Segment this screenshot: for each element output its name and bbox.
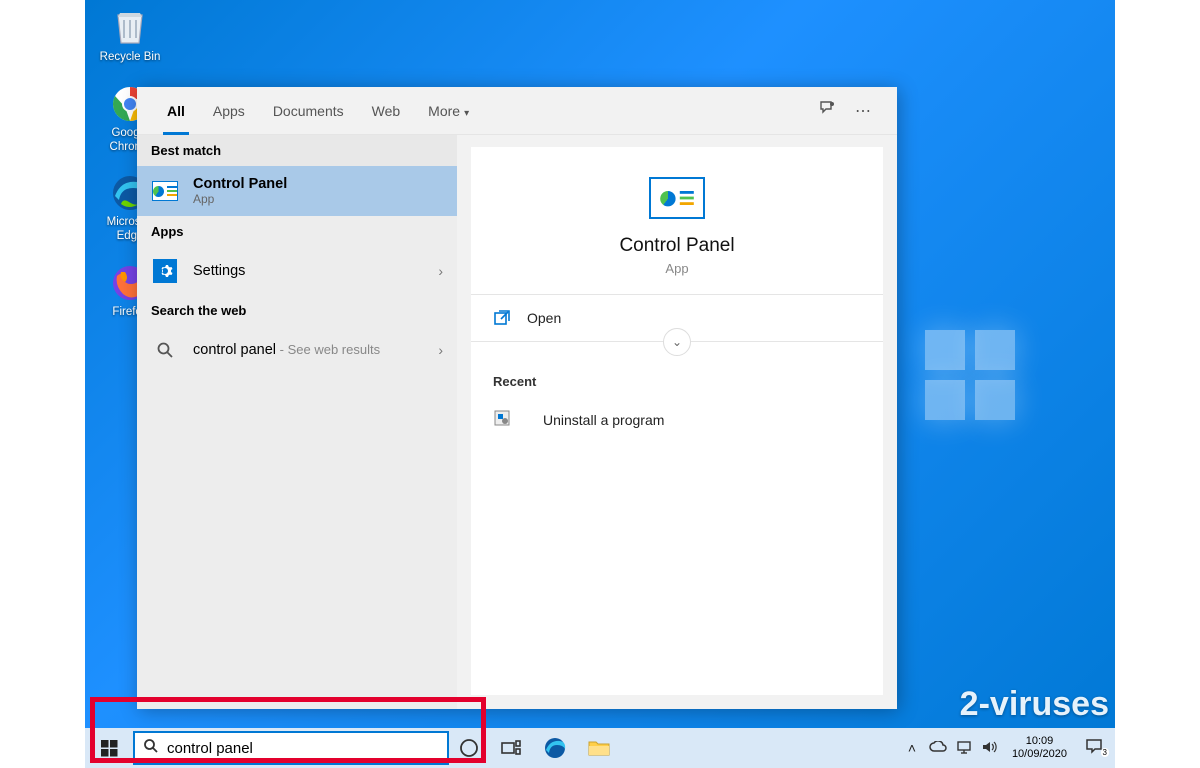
more-options-icon[interactable]: ⋯ xyxy=(845,101,881,121)
detail-title: Control Panel xyxy=(471,235,883,257)
settings-icon xyxy=(151,257,179,285)
volume-icon[interactable] xyxy=(978,740,1002,757)
web-query: control panel xyxy=(193,342,276,358)
search-tabs: All Apps Documents Web More▾ ⋯ xyxy=(137,87,897,135)
tab-more[interactable]: More▾ xyxy=(414,87,483,135)
chevron-right-icon: › xyxy=(438,342,443,358)
start-button[interactable] xyxy=(85,728,133,768)
tab-all[interactable]: All xyxy=(153,87,199,135)
recycle-bin-label: Recycle Bin xyxy=(95,51,165,65)
web-suffix: - See web results xyxy=(276,342,380,357)
tab-documents[interactable]: Documents xyxy=(259,87,358,135)
network-icon[interactable] xyxy=(952,740,976,757)
watermark-text: 2-viruses xyxy=(960,685,1109,724)
search-results-list: Best match Control Panel App Apps xyxy=(137,135,457,709)
action-center-icon[interactable]: 3 xyxy=(1077,738,1111,759)
tray-overflow-icon[interactable]: ˄ xyxy=(900,740,924,756)
chevron-right-icon: › xyxy=(438,263,443,279)
result-title: Settings xyxy=(193,263,438,279)
search-input[interactable] xyxy=(167,740,439,757)
recent-uninstall[interactable]: Uninstall a program xyxy=(471,395,883,444)
expand-chevron-icon[interactable]: ⌄ xyxy=(663,328,691,356)
result-web-search[interactable]: control panel - See web results › xyxy=(137,326,457,374)
detail-subtitle: App xyxy=(471,261,883,276)
task-view-button[interactable] xyxy=(489,728,533,768)
recent-item-label: Uninstall a program xyxy=(543,412,664,428)
uninstall-icon xyxy=(493,409,527,430)
windows-light-logo xyxy=(925,330,1015,420)
taskbar-search-box[interactable] xyxy=(133,731,449,765)
search-icon xyxy=(143,738,159,759)
cortana-button[interactable] xyxy=(449,728,489,768)
best-match-header: Best match xyxy=(137,135,457,166)
tab-apps[interactable]: Apps xyxy=(199,87,259,135)
control-panel-icon xyxy=(151,177,179,205)
open-label: Open xyxy=(527,310,561,326)
taskbar: ˄ 10:09 10/09/2020 3 xyxy=(85,728,1115,768)
start-search-panel: All Apps Documents Web More▾ ⋯ Best matc… xyxy=(137,87,897,709)
taskbar-clock[interactable]: 10:09 10/09/2020 xyxy=(1004,735,1075,761)
search-detail-pane: Control Panel App Open ⌄ Recent Uninstal… xyxy=(471,147,883,695)
recycle-bin-icon[interactable]: Recycle Bin xyxy=(95,5,165,65)
notification-count: 3 xyxy=(1101,748,1109,757)
result-settings[interactable]: Settings › xyxy=(137,247,457,295)
taskbar-explorer-icon[interactable] xyxy=(577,728,621,768)
web-header: Search the web xyxy=(137,295,457,326)
clock-date: 10/09/2020 xyxy=(1012,748,1067,761)
recent-header: Recent xyxy=(471,364,883,395)
onedrive-icon[interactable] xyxy=(926,740,950,756)
taskbar-edge-icon[interactable] xyxy=(533,728,577,768)
feedback-icon[interactable] xyxy=(809,99,845,122)
system-tray: ˄ 10:09 10/09/2020 3 xyxy=(900,728,1115,768)
result-subtitle: App xyxy=(193,192,443,206)
result-title: Control Panel xyxy=(193,176,443,192)
clock-time: 10:09 xyxy=(1012,735,1067,748)
control-panel-icon xyxy=(649,177,705,219)
search-icon xyxy=(151,336,179,364)
tab-web[interactable]: Web xyxy=(358,87,415,135)
result-control-panel[interactable]: Control Panel App xyxy=(137,166,457,216)
apps-header: Apps xyxy=(137,216,457,247)
